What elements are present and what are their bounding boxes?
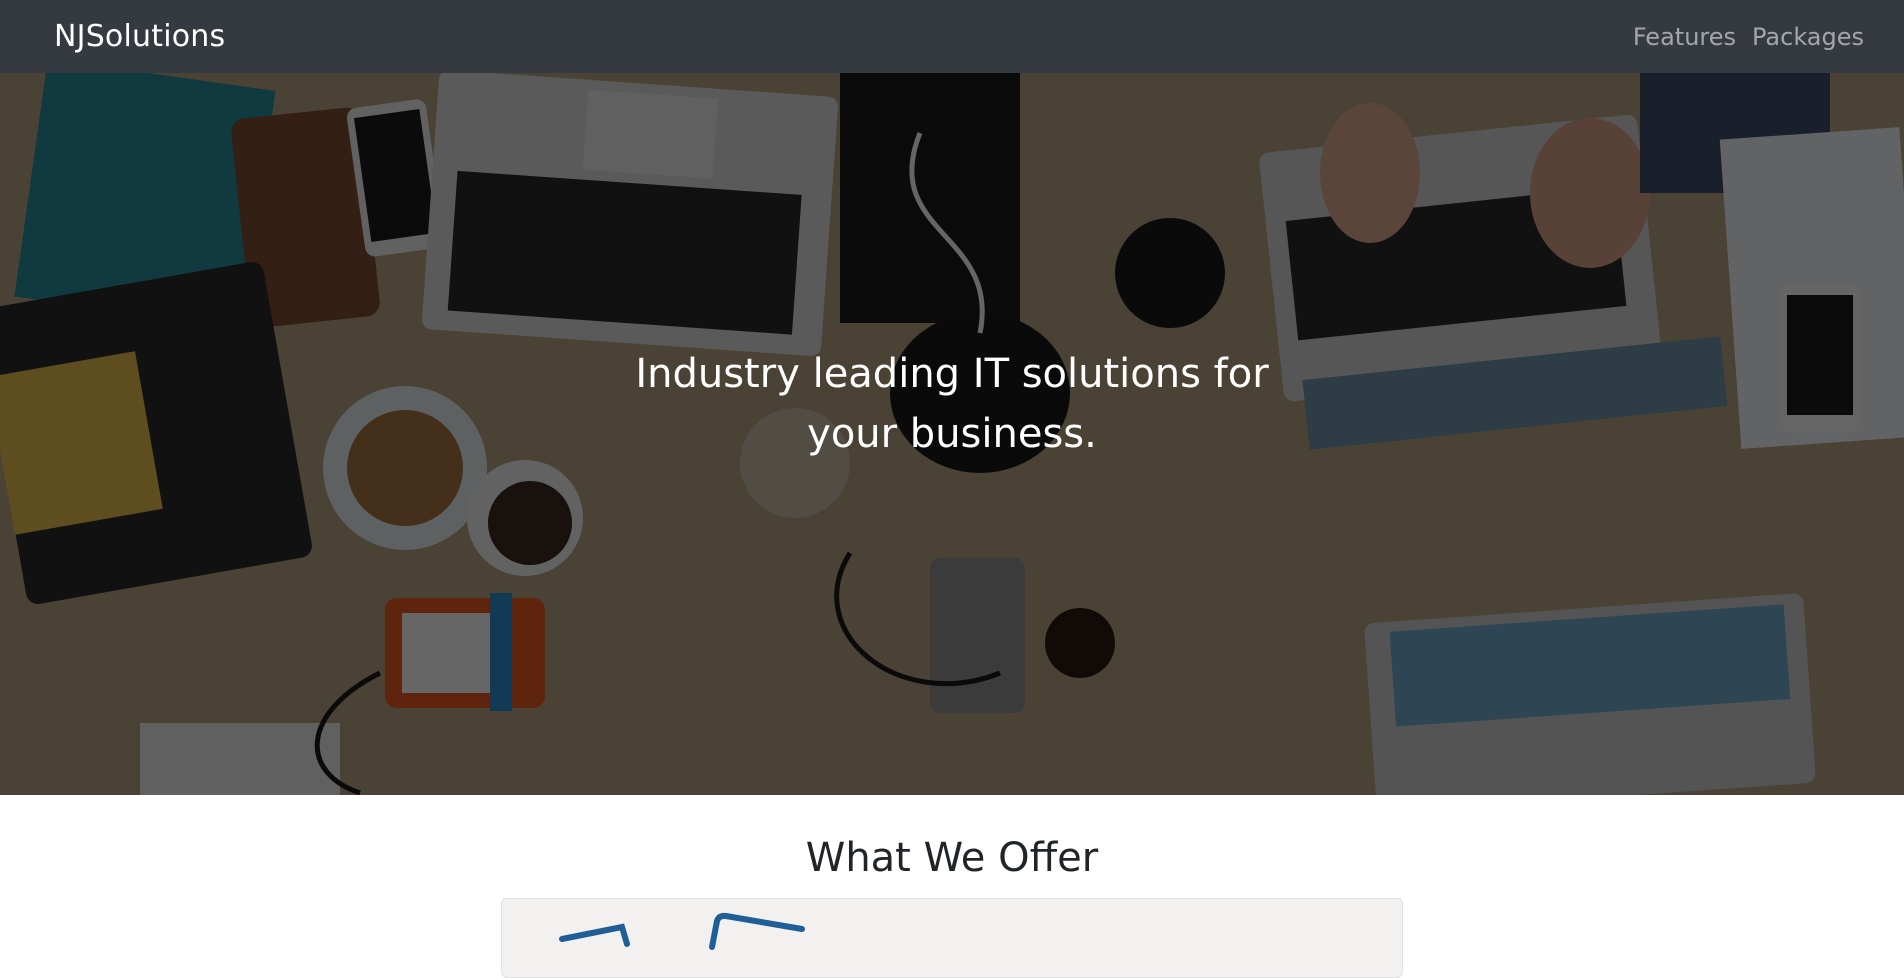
offer-heading: What We Offer — [805, 835, 1099, 881]
hero-heading: Industry leading IT solutions for your b… — [635, 351, 1269, 457]
offer-card — [501, 898, 1403, 978]
top-navbar: NJSolutions Features Packages — [0, 0, 1904, 73]
offer-section: What We Offer — [0, 795, 1904, 978]
nav-link-features[interactable]: Features — [1633, 23, 1736, 51]
nav-link-packages[interactable]: Packages — [1752, 23, 1864, 51]
brand-logo-link[interactable]: NJSolutions — [54, 19, 225, 54]
hero-section: Industry leading IT solutions for your b… — [0, 73, 1904, 795]
hero-text-wrapper: Industry leading IT solutions for your b… — [0, 73, 1904, 795]
nav-links: Features Packages — [1633, 23, 1864, 51]
devices-illustration-icon — [559, 912, 805, 950]
